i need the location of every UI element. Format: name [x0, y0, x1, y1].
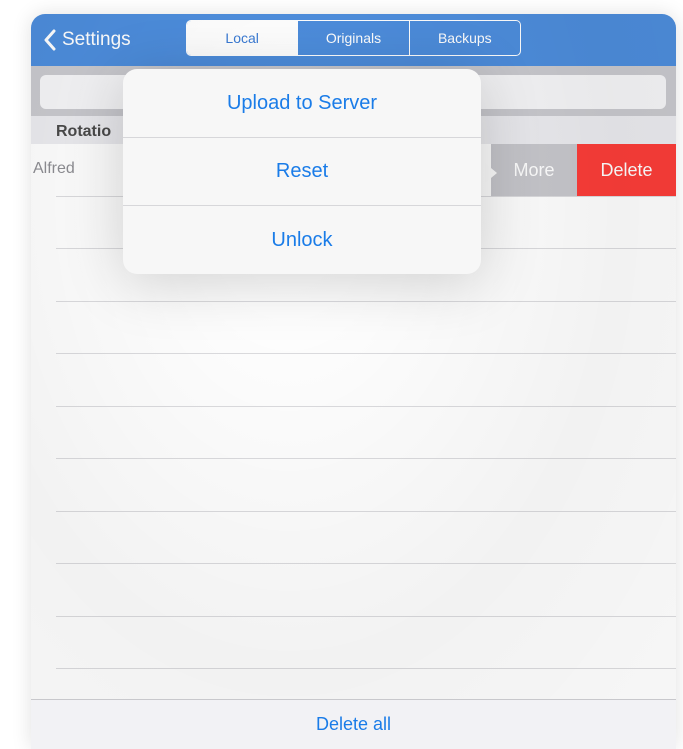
tab-originals[interactable]: Originals [297, 21, 408, 55]
reset-button[interactable]: Reset [123, 137, 481, 205]
more-button[interactable]: More [491, 144, 577, 196]
row-separator [56, 458, 676, 459]
unlock-button[interactable]: Unlock [123, 206, 481, 274]
app-window: Settings Local Originals Backups Rotatio… [31, 14, 676, 749]
row-separator [56, 668, 676, 669]
upload-to-server-button[interactable]: Upload to Server [123, 69, 481, 137]
row-separator [56, 563, 676, 564]
row-title: Alfred [33, 160, 75, 177]
navigation-bar: Settings Local Originals Backups [31, 14, 676, 66]
row-separator [56, 406, 676, 407]
back-label: Settings [62, 29, 131, 50]
popover-arrow [485, 163, 497, 183]
section-header-label: Rotatio [56, 123, 112, 140]
chevron-left-icon [44, 29, 56, 51]
row-separator [56, 511, 676, 512]
action-popover: Upload to Server Reset Unlock [123, 69, 481, 274]
bottom-toolbar: Delete all [31, 699, 676, 749]
row-separator [56, 301, 676, 302]
row-separator [56, 616, 676, 617]
back-button[interactable]: Settings [43, 27, 131, 53]
delete-all-button[interactable]: Delete all [316, 714, 391, 735]
segmented-control: Local Originals Backups [186, 20, 521, 56]
delete-button[interactable]: Delete [577, 144, 676, 196]
row-separator [56, 353, 676, 354]
tab-backups[interactable]: Backups [408, 21, 520, 55]
tab-local[interactable]: Local [187, 21, 298, 55]
